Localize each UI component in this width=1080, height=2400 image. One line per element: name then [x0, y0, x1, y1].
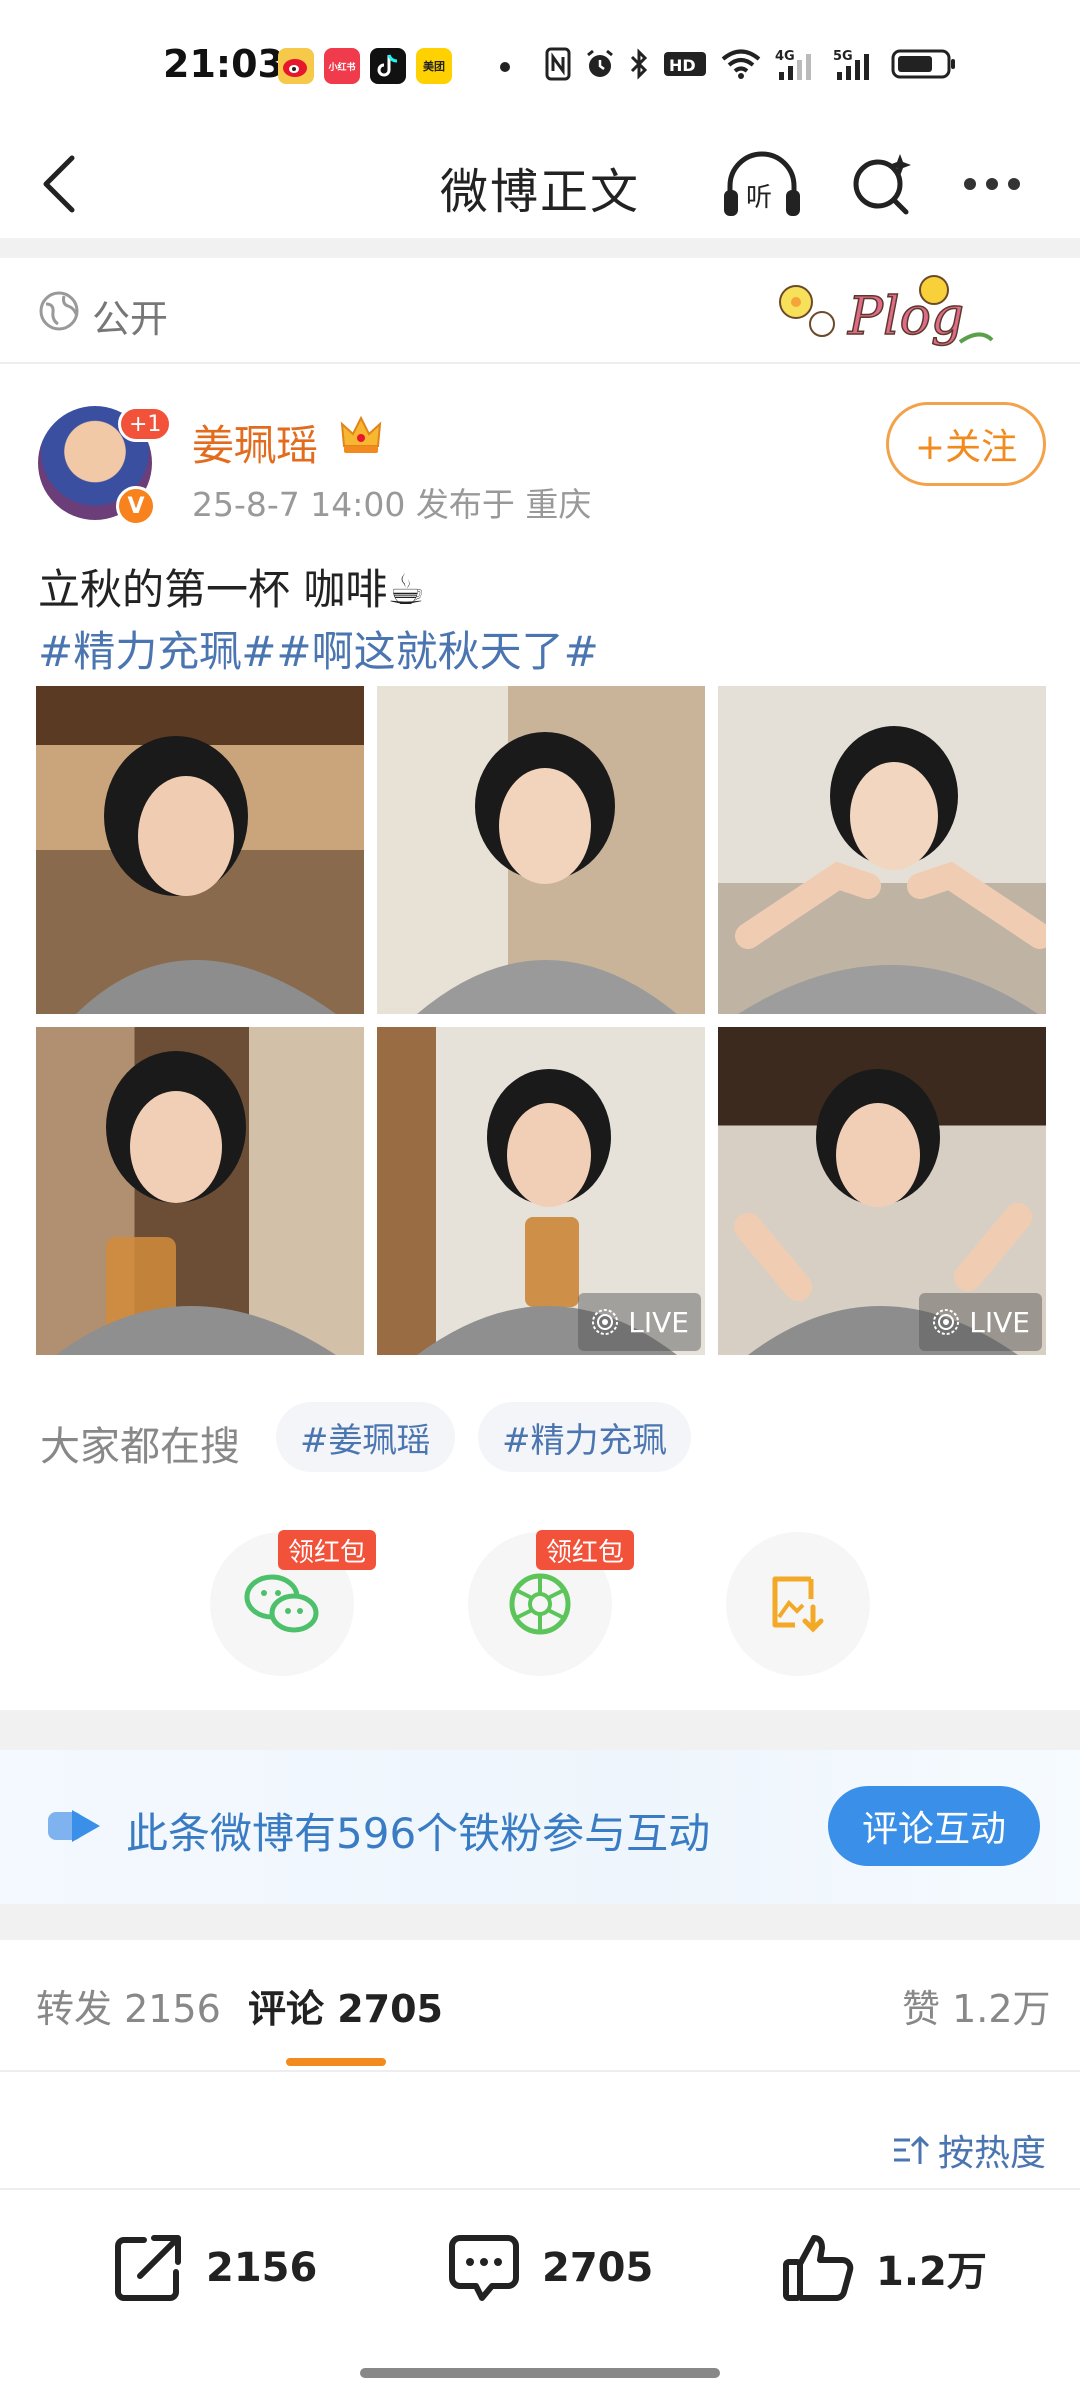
home-indicator[interactable]: [360, 2368, 720, 2378]
page-title: 微博正文: [439, 164, 640, 220]
thumbs-up-icon: [783, 2235, 854, 2301]
sort-label: 按热度: [938, 2133, 1047, 2174]
alarm-icon: [585, 44, 615, 84]
search-button[interactable]: [848, 148, 914, 220]
post-text: 立秋的第一杯 咖啡☕: [38, 565, 426, 614]
fans-text: 此条微博有596个铁粉参与互动: [126, 1809, 711, 1858]
svg-text:5G: 5G: [833, 49, 853, 64]
hot-search-chip[interactable]: #姜珮瑶: [276, 1402, 455, 1472]
section-divider: [0, 238, 1080, 258]
portrait-graphic: [76, 736, 336, 1014]
active-tab-indicator: [286, 2058, 386, 2066]
live-photo-badge: LIVE: [578, 1293, 701, 1351]
plus-badge: +1: [118, 406, 173, 442]
moments-icon: [509, 1573, 571, 1635]
follow-button[interactable]: +关注: [886, 402, 1046, 486]
search-icon: [853, 154, 911, 215]
comment-button[interactable]: 2705: [446, 2230, 653, 2306]
more-dot-icon: [964, 178, 976, 190]
signal-5g-icon: 5G: [833, 44, 877, 84]
meituan-icon: 美团: [416, 48, 452, 84]
author-name[interactable]: 姜珮瑶: [192, 412, 318, 473]
nfc-icon: [545, 44, 571, 84]
fans-interaction-banner: 此条微博有596个铁粉参与互动 评论互动: [0, 1750, 1080, 1904]
more-dot-icon: [986, 178, 998, 190]
sort-button[interactable]: 按热度: [892, 2124, 1046, 2176]
status-indicators: HD 4G 5G: [545, 44, 957, 84]
weibo-icon: [278, 48, 314, 84]
red-packet-tag: 领红包: [278, 1530, 377, 1570]
visibility-label: 公开: [92, 297, 169, 341]
xiaohongshu-icon: 小红书: [324, 48, 360, 84]
hot-search-label: 大家都在搜: [40, 1424, 240, 1470]
section-divider: [0, 1904, 1080, 1940]
interaction-tabs: 转发 2156 评论 2705 赞 1.2万: [0, 1940, 1080, 2072]
wifi-icon: [721, 44, 761, 84]
hot-search-chip[interactable]: #精力充珮: [478, 1402, 691, 1472]
repost-icon: [115, 2235, 181, 2301]
photo-grid: LIVE LIVE: [36, 686, 1046, 1355]
repost-button[interactable]: 2156: [110, 2230, 317, 2306]
photo-2[interactable]: [377, 686, 705, 1014]
post-hashtags[interactable]: #精力充珮##啊这就秋天了#: [38, 618, 599, 679]
headphones-icon: 听: [724, 151, 800, 216]
photo-4[interactable]: [36, 1027, 364, 1355]
photo-1[interactable]: [36, 686, 364, 1014]
live-photo-icon: [592, 1309, 619, 1335]
battery-icon: [891, 44, 957, 84]
status-time: 21:03: [163, 42, 284, 86]
save-image-button[interactable]: [726, 1532, 870, 1676]
tab-comments[interactable]: 评论 2705: [248, 1978, 443, 2033]
tab-repost[interactable]: 转发 2156: [36, 1978, 221, 2033]
status-bar: 21:03 小红书 美团 HD 4G 5G: [0, 0, 1080, 130]
like-count: 1.2万: [876, 2249, 987, 2295]
photo-3[interactable]: [718, 686, 1046, 1014]
portrait-graphic: [56, 1051, 336, 1355]
visibility-row: 公开 Plog: [0, 258, 1080, 364]
listen-label: 听: [746, 183, 772, 213]
save-image-icon: [772, 1576, 824, 1633]
signal-4g-icon: 4G: [775, 44, 819, 84]
repost-count: 2156: [206, 2245, 318, 2291]
comment-icon: [449, 2235, 519, 2301]
live-label: LIVE: [628, 1305, 689, 1339]
sort-icon: [894, 2135, 930, 2164]
live-photo-icon: [933, 1309, 960, 1335]
status-app-icons: 小红书 美团: [278, 48, 452, 84]
live-photo-badge: LIVE: [919, 1293, 1042, 1351]
svg-text:HD: HD: [669, 56, 696, 75]
live-label: LIVE: [969, 1305, 1030, 1339]
comment-interact-button[interactable]: 评论互动: [828, 1786, 1040, 1866]
more-dot-icon: [1008, 178, 1020, 190]
tab-likes[interactable]: 赞 1.2万: [902, 1978, 1051, 2033]
post-meta: 25-8-7 14:00 发布于 重庆: [192, 485, 592, 524]
bluetooth-icon: [629, 44, 649, 84]
like-button[interactable]: 1.2万: [780, 2230, 987, 2306]
globe-icon: [39, 291, 79, 331]
red-packet-tag: 领红包: [536, 1530, 635, 1570]
more-options-button[interactable]: [964, 160, 1034, 208]
portrait-graphic: [417, 732, 677, 1014]
wechat-icon: [244, 1574, 319, 1633]
fans-icon: [48, 1810, 100, 1842]
photo-6[interactable]: LIVE: [718, 1027, 1046, 1355]
photo-5[interactable]: LIVE: [377, 1027, 705, 1355]
plog-sticker: Plog: [779, 275, 994, 348]
comment-count: 2705: [542, 2245, 654, 2291]
portrait-graphic: [735, 726, 1046, 1014]
tiktok-icon: [370, 48, 406, 84]
verified-badge: V: [116, 486, 156, 526]
status-dot: [500, 62, 510, 72]
hd-icon: HD: [663, 44, 707, 84]
top-nav-bar: 微博正文 听: [0, 130, 1080, 238]
crown-icon: [340, 415, 382, 453]
section-divider: [0, 1710, 1080, 1750]
listen-button[interactable]: 听: [720, 146, 804, 222]
svg-text:4G: 4G: [775, 49, 795, 64]
